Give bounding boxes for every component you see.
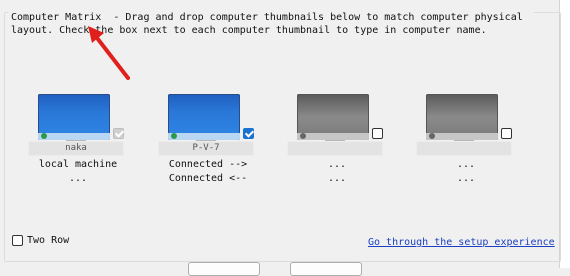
two-row-label[interactable]: Two Row [27, 235, 69, 246]
computer-2-name-checkbox[interactable] [243, 128, 254, 139]
computer-thumbnail-4[interactable] [426, 94, 498, 140]
computer-2-name-field[interactable]: P-V-7 [158, 141, 254, 156]
annotation-arrow-icon [88, 26, 130, 80]
computer-cell-4[interactable]: ... ... [416, 90, 522, 200]
computer-4-status-line-1: ... [456, 159, 476, 170]
start-button-icon [429, 133, 435, 139]
computer-thumbnail-1[interactable] [38, 94, 110, 140]
computer-2-status-line-1: Connected --> [168, 159, 248, 170]
computer-thumbnail-2[interactable] [168, 94, 240, 140]
computer-2-status-line-2: Connected <-- [168, 173, 248, 184]
taskbar [168, 133, 240, 140]
setup-experience-link[interactable]: Go through the setup experience [368, 237, 555, 248]
computer-matrix-window: Computer Matrix - Drag and drop computer… [0, 0, 570, 276]
start-button-icon [171, 133, 177, 139]
computer-1-name-checkbox [113, 128, 124, 139]
computer-3-status-line-1: ... [327, 159, 347, 170]
start-button-icon [300, 133, 306, 139]
two-row-option[interactable]: Two Row [12, 235, 69, 246]
taskbar [426, 133, 498, 140]
two-row-checkbox[interactable] [12, 235, 23, 246]
computer-thumbnail-3[interactable] [297, 94, 369, 140]
computer-3-name-field [287, 141, 383, 156]
bottom-button-1[interactable] [188, 262, 260, 276]
bottom-button-2[interactable] [290, 262, 362, 276]
taskbar [297, 133, 369, 140]
computer-3-name-checkbox[interactable] [372, 128, 383, 139]
computer-4-status-line-2: ... [456, 173, 476, 184]
computer-1-status-line-1: local machine [38, 159, 118, 170]
taskbar [38, 133, 110, 140]
computer-1-status-line-2: ... [68, 173, 88, 184]
computer-4-name-checkbox[interactable] [501, 128, 512, 139]
computer-3-status-line-2: ... [327, 173, 347, 184]
computer-4-name-field [416, 141, 512, 156]
computer-cell-2[interactable]: P-V-7 Connected --> Connected <-- [158, 90, 264, 200]
start-button-icon [41, 133, 47, 139]
computer-cell-3[interactable]: ... ... [287, 90, 393, 200]
computer-cell-1[interactable]: naka local machine ... [28, 90, 134, 200]
computer-1-name-field: naka [28, 141, 124, 156]
